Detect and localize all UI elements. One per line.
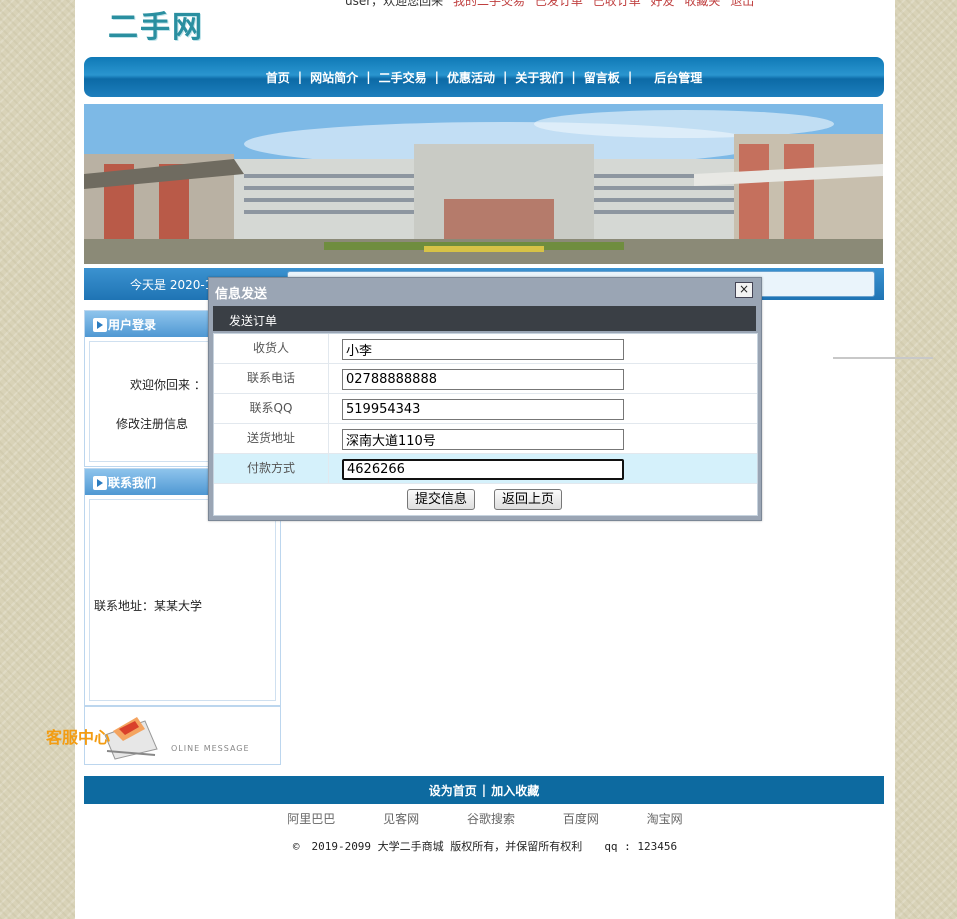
link-baidu[interactable]: 百度网 — [563, 812, 599, 826]
address-label: 送货地址 — [214, 424, 329, 453]
form-row-phone: 联系电话 — [214, 364, 757, 394]
dialog-section-title: 发送订单 — [229, 314, 278, 328]
site-logo[interactable]: 二手网 — [108, 2, 204, 46]
nav-separator: | — [434, 70, 439, 84]
login-box-title: 用户登录 — [108, 318, 157, 332]
content-divider — [833, 357, 933, 359]
nav-separator: | — [503, 70, 508, 84]
message-caption: OLINE MESSAGE — [171, 744, 250, 753]
nav-separator: | — [366, 70, 371, 84]
top-link-favorites[interactable]: 收藏夹 — [684, 0, 720, 8]
service-center-badge[interactable]: 客服中心 — [46, 724, 110, 748]
nav-about-site[interactable]: 网站简介 — [306, 69, 362, 86]
receiver-input[interactable] — [342, 339, 624, 360]
nav-separator: | — [297, 70, 303, 84]
phone-input[interactable] — [342, 369, 624, 390]
contact-box-content: 联系地址：某某大学 — [89, 499, 276, 701]
form-buttons: 提交信息 返回上页 — [214, 484, 757, 514]
arrow-icon — [93, 475, 107, 490]
friend-links: 阿里巴巴 见客网 谷歌搜索 百度网 淘宝网 — [75, 810, 895, 827]
contact-box-title: 联系我们 — [108, 476, 157, 490]
user-topbar: user，欢迎您回来 我的二手交易 已发订单 已收订单 好友 收藏夹 退出 — [345, 0, 760, 9]
link-taobao[interactable]: 淘宝网 — [647, 812, 683, 826]
form-row-qq: 联系QQ — [214, 394, 757, 424]
login-welcome: 欢迎你回来 ： — [130, 378, 206, 392]
submit-button[interactable]: 提交信息 — [407, 489, 476, 510]
date-text: 今天是 2020-1 — [130, 278, 213, 292]
copyright: © 2019-2099 大学二手商城 版权所有，并保留所有权利 qq : 12345… — [75, 838, 895, 854]
nav-home[interactable]: 首页 — [262, 69, 294, 86]
qq-contact: qq : 123456 — [604, 840, 678, 853]
receiver-label: 收货人 — [214, 334, 329, 363]
arrow-icon — [93, 317, 107, 332]
copyright-text: 2019-2099 大学二手商城 版权所有，并保留所有权利 — [311, 840, 583, 853]
link-jianke[interactable]: 见客网 — [383, 812, 419, 826]
close-icon[interactable]: × — [735, 282, 753, 298]
main-nav: 首页 | 网站简介 | 二手交易 | 优惠活动 | 关于我们 | 留言板 | 后台管理 — [84, 57, 884, 97]
qq-label: 联系QQ — [214, 394, 329, 423]
nav-separator: | — [627, 70, 633, 84]
payment-input[interactable] — [342, 459, 624, 480]
welcome-text: user，欢迎您回来 — [345, 0, 444, 8]
footer-bar: 设为首页 | 加入收藏 — [84, 776, 884, 804]
top-link-my-trades[interactable]: 我的二手交易 — [453, 0, 525, 8]
campus-banner-illustration — [84, 104, 883, 264]
contact-address: 联系地址：某某大学 — [94, 599, 203, 613]
link-google[interactable]: 谷歌搜索 — [467, 812, 515, 826]
form-row-address: 送货地址 — [214, 424, 757, 454]
dialog-title: 信息发送 — [215, 287, 268, 302]
payment-label: 付款方式 — [214, 454, 329, 483]
message-box[interactable]: OLINE MESSAGE — [84, 706, 281, 765]
order-form: 收货人 联系电话 联系QQ 送货地址 付款方式 提交信息 返回上页 — [213, 333, 758, 516]
link-alibaba[interactable]: 阿里巴巴 — [287, 812, 335, 826]
address-input[interactable] — [342, 429, 624, 450]
nav-admin[interactable]: 后台管理 — [650, 69, 706, 86]
form-row-receiver: 收货人 — [214, 334, 757, 364]
form-row-payment: 付款方式 — [214, 454, 757, 484]
add-favorite-link[interactable]: 加入收藏 — [486, 782, 544, 799]
modify-profile-link[interactable]: 修改注册信息 — [116, 415, 188, 432]
dialog-section-header: 发送订单 — [213, 306, 756, 331]
nav-trade[interactable]: 二手交易 — [375, 69, 431, 86]
top-link-received-orders[interactable]: 已收订单 — [593, 0, 641, 8]
top-link-sent-orders[interactable]: 已发订单 — [535, 0, 583, 8]
send-order-dialog: 信息发送 × 发送订单 收货人 联系电话 联系QQ 送货地址 付款方式 提交信息… — [208, 277, 762, 521]
nav-about-us[interactable]: 关于我们 — [511, 69, 567, 86]
campus-banner — [84, 104, 883, 264]
message-icon: OLINE MESSAGE — [104, 717, 250, 760]
qq-input[interactable] — [342, 399, 624, 420]
phone-label: 联系电话 — [214, 364, 329, 393]
copyright-symbol: © — [292, 840, 300, 853]
nav-promotions[interactable]: 优惠活动 — [443, 69, 499, 86]
top-link-friends[interactable]: 好友 — [651, 0, 675, 8]
nav-guestbook[interactable]: 留言板 — [580, 69, 624, 86]
back-button[interactable]: 返回上页 — [494, 489, 563, 510]
set-homepage-link[interactable]: 设为首页 — [424, 782, 482, 799]
top-link-logout[interactable]: 退出 — [730, 0, 754, 8]
nav-separator: | — [571, 70, 576, 84]
